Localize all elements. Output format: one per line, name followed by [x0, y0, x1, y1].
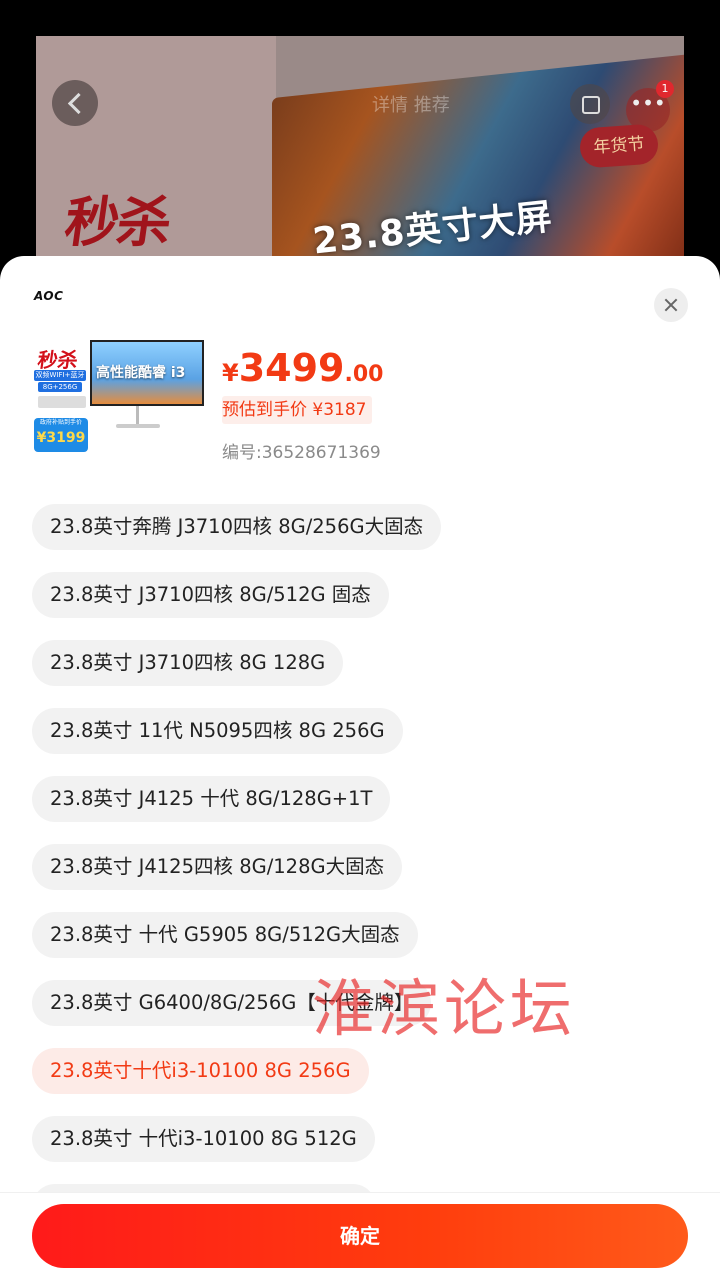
price-currency: ¥ — [222, 359, 239, 387]
sku-option-9-selected[interactable]: 23.8英寸十代i3-10100 8G 256G — [32, 1048, 369, 1094]
thumb-seckill-logo: 秒杀 — [36, 348, 80, 372]
estimated-price-tag: 预估到手价 ¥3187 — [222, 396, 373, 424]
sku-option-3[interactable]: 23.8英寸 J3710四核 8G 128G — [32, 640, 344, 686]
monitor-screen-text: 高性能酷睿 i3 — [96, 365, 186, 381]
sku-option-6[interactable]: 23.8英寸 J4125四核 8G/128G大固态 — [32, 844, 403, 890]
confirm-button[interactable]: 确定 — [32, 1204, 688, 1268]
product-price: ¥3499.00 — [222, 346, 383, 390]
sku-option-2[interactable]: 23.8英寸 J3710四核 8G/512G 固态 — [32, 572, 389, 618]
background-seckill-logo: 秒杀 — [60, 190, 174, 254]
price-decimal: .00 — [344, 362, 384, 387]
monitor-base — [116, 424, 160, 428]
sku-option-10[interactable]: 23.8英寸 十代i3-10100 8G 512G — [32, 1116, 375, 1162]
back-icon[interactable] — [52, 80, 98, 126]
thumb-price-caption: 政府补贴到手价 — [39, 419, 82, 426]
sku-option-7[interactable]: 23.8英寸 十代 G5905 8G/512G大固态 — [32, 912, 418, 958]
sku-option-1[interactable]: 23.8英寸奔腾 J3710四核 8G/256G大固态 — [32, 504, 442, 550]
sku-option-4[interactable]: 23.8英寸 11代 N5095四核 8G 256G — [32, 708, 403, 754]
sku-option-list: 23.8英寸奔腾 J3710四核 8G/256G大固态 23.8英寸 J3710… — [32, 504, 692, 1252]
product-thumbnail[interactable]: 秒杀 双频WIFI+蓝牙 8G+256G 政府补贴到手价 ¥3199 高性能酷睿… — [32, 338, 206, 458]
notification-badge: 1 — [656, 80, 674, 98]
sheet-footer: 确定 — [0, 1192, 720, 1280]
close-icon[interactable] — [654, 288, 688, 322]
sku-selection-sheet: AOC 秒杀 双频WIFI+蓝牙 8G+256G 政府补贴到手价 ¥3199 高… — [0, 256, 720, 1280]
thumb-price-box: 政府补贴到手价 ¥3199 — [34, 418, 88, 452]
thumb-wifi-chip: 双频WIFI+蓝牙 — [34, 370, 86, 381]
monitor-image: 高性能酷睿 i3 — [90, 340, 204, 406]
price-integer: 3499 — [238, 346, 345, 390]
share-icon[interactable] — [570, 84, 610, 124]
thumb-price-value: ¥3199 — [36, 430, 86, 446]
sku-option-5[interactable]: 23.8英寸 J4125 十代 8G/128G+1T — [32, 776, 391, 822]
brand-logo: AOC — [34, 289, 64, 303]
thumb-memory-chip: 8G+256G — [38, 382, 82, 392]
background-tabs: 详情 推荐 — [372, 95, 450, 116]
forum-watermark: 淮滨论坛 — [312, 972, 577, 1045]
keyboard-image — [38, 396, 86, 408]
sku-number: 编号:36528671369 — [222, 443, 381, 463]
new-year-festival-badge[interactable]: 年货节 — [578, 123, 660, 169]
monitor-stand — [136, 406, 139, 424]
